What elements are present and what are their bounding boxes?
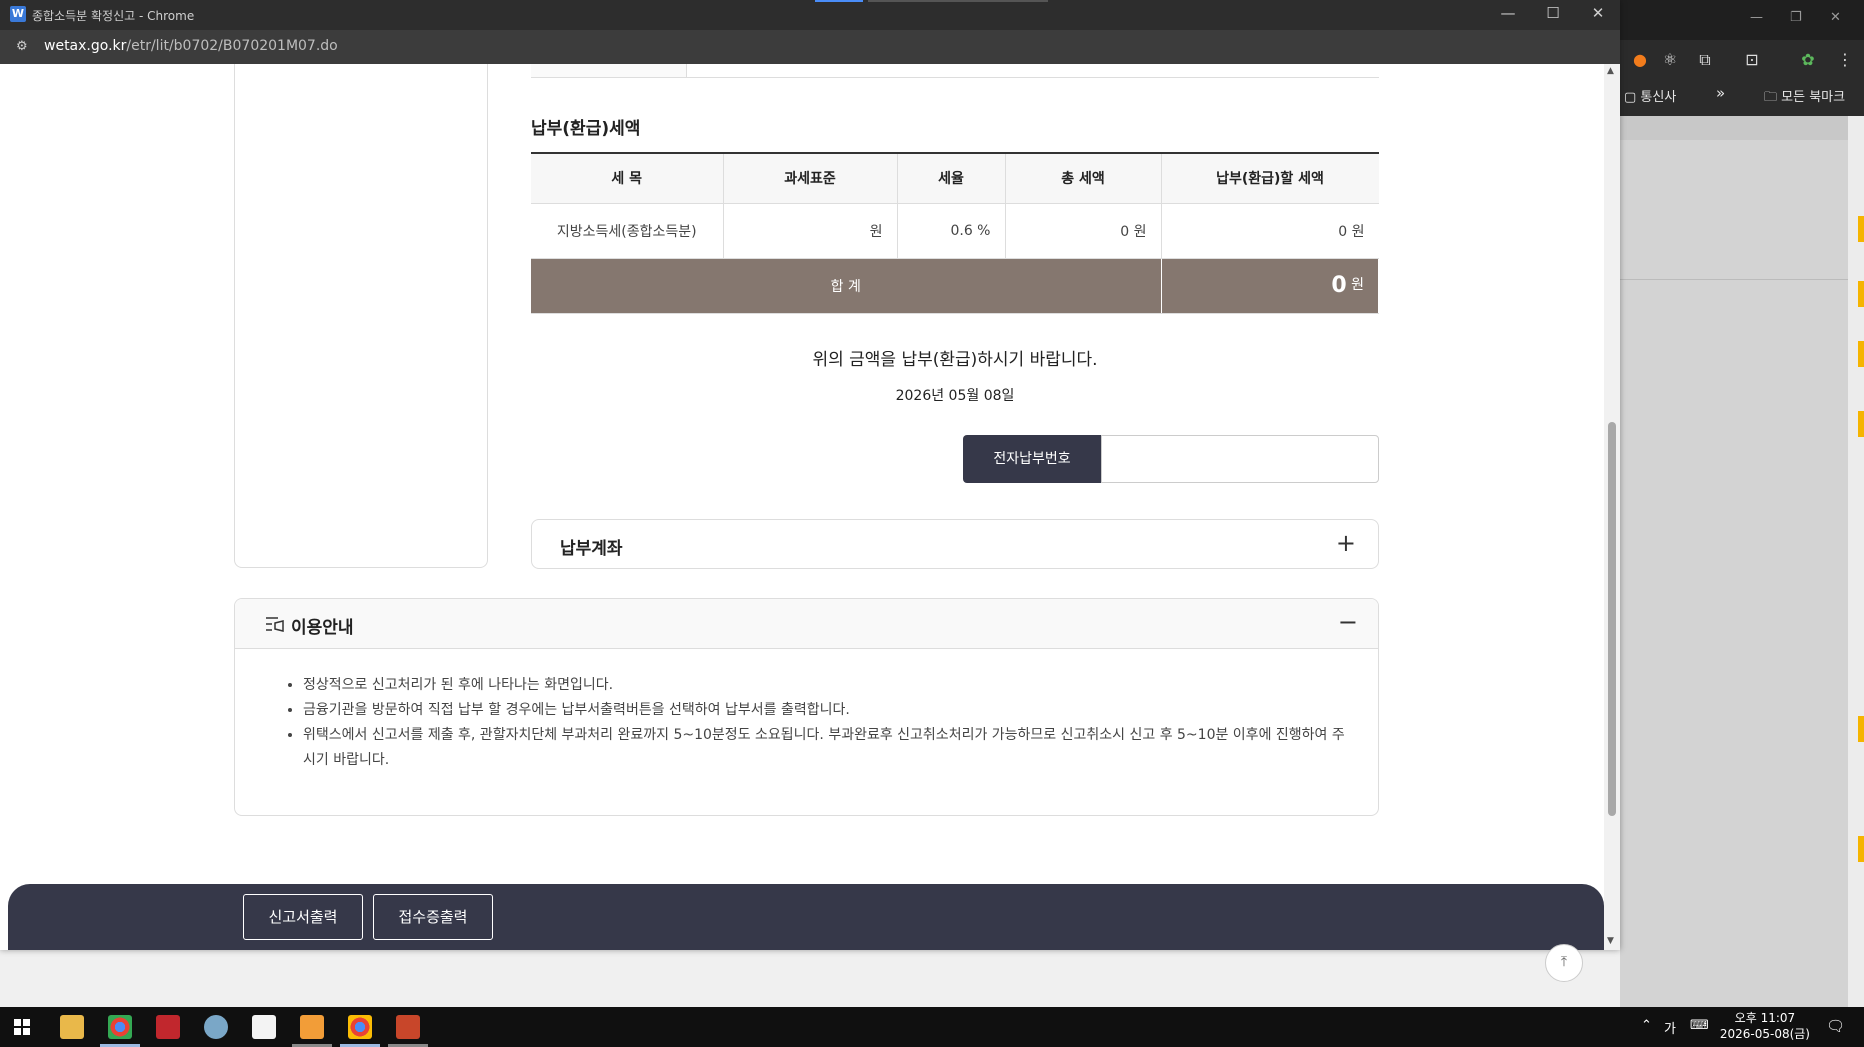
extensions-puzzle-icon[interactable]: ⧉ [1695, 50, 1715, 70]
background-browser-window: — ❐ ✕ ● ⚛ ⧉ ⊡ ✿ ⋮ ▢ 통신사 » 🗀 모든 북마크 [1620, 0, 1864, 1007]
background-titlebar: — ❐ ✕ [1620, 0, 1864, 40]
ime-indicator[interactable]: 가 [1664, 1018, 1676, 1037]
keyboard-icon[interactable]: ⌨ [1690, 1018, 1709, 1033]
guide-header[interactable]: 이용안내 − [235, 599, 1378, 649]
bookmark-telecom[interactable]: ▢ 통신사 [1624, 86, 1676, 105]
page-scrollbar[interactable]: ▲ ▼ [1604, 64, 1620, 950]
guide-title: 이용안내 [291, 618, 354, 638]
scroll-up-icon[interactable]: ▲ [1607, 66, 1614, 76]
header-total: 총 세액 [1005, 153, 1162, 204]
payment-notice: 위의 금액을 납부(환급)하시기 바랍니다. [812, 350, 1098, 370]
wetax-favicon-icon: W [10, 6, 26, 22]
cell-payable: 0 원 [1161, 203, 1379, 259]
windows-start-icon[interactable] [14, 1019, 30, 1035]
guide-list: 정상적으로 신고처리가 된 후에 나타나는 화면입니다. 금융기관을 방문하여 … [285, 673, 1355, 773]
collapse-minus-icon[interactable]: − [1338, 608, 1358, 636]
address-bar[interactable]: ⚙ wetax.go.kr/etr/lit/b0702/B070201M07.d… [0, 30, 1620, 64]
total-label: 합 계 [531, 258, 1162, 314]
taskbar: ⌃ 가 ⌨ 오후 11:07 2026-05-08(금) 🗨 [0, 1007, 1864, 1047]
window-title: 종합소득분 확정신고 - Chrome [32, 9, 195, 23]
scroll-down-icon[interactable]: ▼ [1607, 936, 1614, 946]
left-sidebar-panel [234, 64, 488, 568]
list-item: 위택스에서 신고서를 제출 후, 관할자치단체 부과처리 완료까지 5~10분정… [303, 723, 1355, 773]
scrollbar-thumb[interactable] [1608, 422, 1616, 816]
total-unit: 원 [1351, 277, 1364, 293]
header-payable: 납부(환급)할 세액 [1161, 153, 1379, 204]
browser-window: W 종합소득분 확정신고 - Chrome — ☐ ✕ ⚙ wetax.go.k… [0, 0, 1620, 950]
file-explorer-icon[interactable] [60, 1015, 84, 1039]
epay-number-label: 전자납부번호 [963, 435, 1101, 483]
header-item: 세 목 [531, 153, 724, 204]
total-amount: 0 원 [1161, 258, 1379, 314]
clock-time: 오후 11:07 [1734, 1011, 1796, 1025]
accordion-title: 납부계좌 [560, 539, 623, 559]
background-scrollbar[interactable] [1848, 116, 1864, 1007]
minimize-icon[interactable]: — [1750, 10, 1763, 25]
usage-guide-panel: 이용안내 − 정상적으로 신고처리가 된 후에 나타나는 화면입니다. 금융기관… [234, 598, 1379, 816]
bottom-action-bar: 신고서출력 접수증출력 [8, 884, 1604, 950]
chrome-active-icon[interactable] [348, 1015, 372, 1039]
react-devtools-icon[interactable]: ⚛ [1660, 50, 1680, 70]
header-rate: 세율 [897, 153, 1006, 204]
total-row: 합 계 0 원 [531, 258, 1379, 314]
tray-overflow-icon[interactable]: ⌃ [1641, 1018, 1652, 1033]
epay-number-field [1101, 435, 1379, 483]
sublime-text-icon[interactable] [300, 1015, 324, 1039]
clock-date: 2026-05-08(금) [1719, 1027, 1810, 1041]
bookmarks-overflow-icon[interactable]: » [1716, 84, 1725, 102]
site-settings-icon[interactable]: ⚙ [16, 39, 28, 54]
url-text[interactable]: wetax.go.kr/etr/lit/b0702/B070201M07.do [44, 38, 338, 54]
restore-icon[interactable]: ❐ [1790, 10, 1802, 25]
table-row: 지방소득세(종합소득분) 원 0.6 % 0 원 0 원 [531, 203, 1379, 259]
table-header-row: 세 목 과세표준 세율 총 세액 납부(환급)할 세액 [531, 153, 1379, 204]
list-item: 금융기관을 방문하여 직접 납부 할 경우에는 납부서출력버튼을 선택하여 납부… [303, 698, 1355, 723]
close-icon[interactable]: ✕ [1830, 10, 1841, 25]
total-value: 0 [1331, 273, 1347, 298]
list-item: 정상적으로 신고처리가 된 후에 나타나는 화면입니다. [303, 673, 1355, 698]
payment-account-accordion[interactable]: 납부계좌 + [531, 519, 1379, 569]
notes-app-icon[interactable] [156, 1015, 180, 1039]
menu-kebab-icon[interactable]: ⋮ [1835, 50, 1855, 70]
extension-icon[interactable]: ● [1630, 50, 1650, 70]
powerpoint-icon[interactable] [396, 1015, 420, 1039]
expand-plus-icon[interactable]: + [1336, 529, 1356, 557]
scroll-to-top-button[interactable]: ⤒ [1545, 944, 1583, 982]
cell-total: 0 원 [1005, 203, 1162, 259]
notice-date: 2026년 05월 08일 [895, 388, 1015, 404]
print-receipt-button[interactable]: 접수증출력 [373, 894, 493, 940]
notification-icon[interactable]: 🗨 [1826, 1017, 1845, 1035]
cell-rate: 0.6 % [897, 203, 1006, 259]
photo-app-icon[interactable] [252, 1015, 276, 1039]
close-icon[interactable]: ✕ [1583, 4, 1613, 22]
tab-search-icon[interactable]: ⊡ [1742, 50, 1762, 70]
cell-base: 원 [723, 203, 898, 259]
cell-item: 지방소득세(종합소득분) [531, 203, 724, 259]
taskbar-clock[interactable]: 오후 11:07 2026-05-08(금) [1720, 1010, 1810, 1042]
all-bookmarks-folder[interactable]: 🗀 모든 북마크 [1764, 86, 1845, 110]
top-tab-cell [531, 64, 687, 78]
background-page [1620, 116, 1864, 1007]
chrome-icon[interactable] [108, 1015, 132, 1039]
section-title: 납부(환급)세액 [531, 119, 641, 139]
maximize-icon[interactable]: ☐ [1538, 4, 1568, 22]
profile-avatar-icon[interactable]: ✿ [1798, 50, 1818, 70]
header-base: 과세표준 [723, 153, 898, 204]
print-report-button[interactable]: 신고서출력 [243, 894, 363, 940]
minimize-icon[interactable]: — [1493, 4, 1523, 22]
tax-table: 세 목 과세표준 세율 총 세액 납부(환급)할 세액 지방소득세(종합소득분)… [531, 152, 1379, 314]
page-viewport: 납부(환급)세액 세 목 과세표준 세율 총 세액 납부(환급)할 세액 지방소… [8, 64, 1604, 950]
paint-app-icon[interactable] [204, 1015, 228, 1039]
guide-list-icon [266, 617, 284, 632]
titlebar: W 종합소득분 확정신고 - Chrome — ☐ ✕ [0, 0, 1620, 30]
